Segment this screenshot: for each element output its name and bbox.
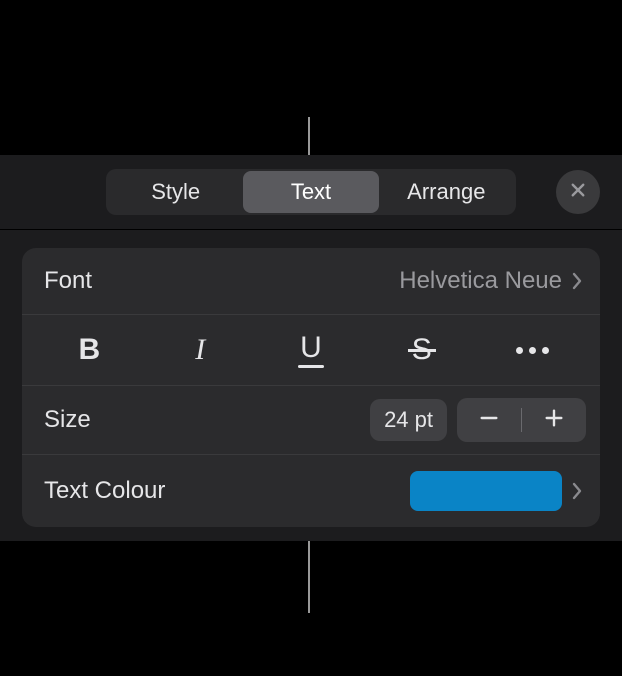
panel-header: Style Text Arrange [0, 169, 622, 229]
chevron-right-icon [572, 482, 582, 500]
segmented-control: Style Text Arrange [106, 169, 516, 215]
strikethrough-icon: S [412, 335, 432, 365]
font-value: Helvetica Neue [399, 267, 562, 295]
bold-icon: B [79, 335, 101, 365]
bold-button[interactable]: B [49, 325, 129, 375]
chevron-right-icon [572, 272, 582, 290]
panel-content: Font Helvetica Neue B I U [0, 230, 622, 541]
size-label: Size [44, 406, 91, 434]
size-value-button[interactable]: 24 pt [370, 399, 447, 441]
text-colour-row[interactable]: Text Colour [22, 454, 600, 527]
more-options-button[interactable] [493, 325, 573, 375]
tab-text[interactable]: Text [243, 171, 378, 213]
minus-icon [478, 407, 500, 434]
format-panel: Style Text Arrange Font Helvetica Neue [0, 155, 622, 541]
callout-pointer-bottom [308, 541, 310, 613]
underline-icon: U [298, 333, 324, 368]
font-row[interactable]: Font Helvetica Neue [22, 248, 600, 314]
close-icon [569, 181, 587, 204]
size-stepper [457, 398, 586, 442]
size-decrement-button[interactable] [457, 398, 521, 442]
close-button[interactable] [556, 170, 600, 214]
size-increment-button[interactable] [522, 398, 586, 442]
style-row: B I U S [22, 314, 600, 385]
plus-icon [543, 407, 565, 434]
tab-style[interactable]: Style [108, 171, 243, 213]
font-label: Font [44, 267, 92, 295]
text-options-card: Font Helvetica Neue B I U [22, 248, 600, 527]
tab-arrange[interactable]: Arrange [379, 171, 514, 213]
italic-icon: I [195, 335, 205, 365]
more-icon [516, 347, 549, 354]
text-colour-label: Text Colour [44, 477, 165, 505]
italic-button[interactable]: I [160, 325, 240, 375]
text-colour-swatch[interactable] [410, 471, 562, 511]
strikethrough-button[interactable]: S [382, 325, 462, 375]
size-row: Size 24 pt [22, 385, 600, 454]
size-value: 24 pt [384, 407, 433, 432]
underline-button[interactable]: U [271, 325, 351, 375]
